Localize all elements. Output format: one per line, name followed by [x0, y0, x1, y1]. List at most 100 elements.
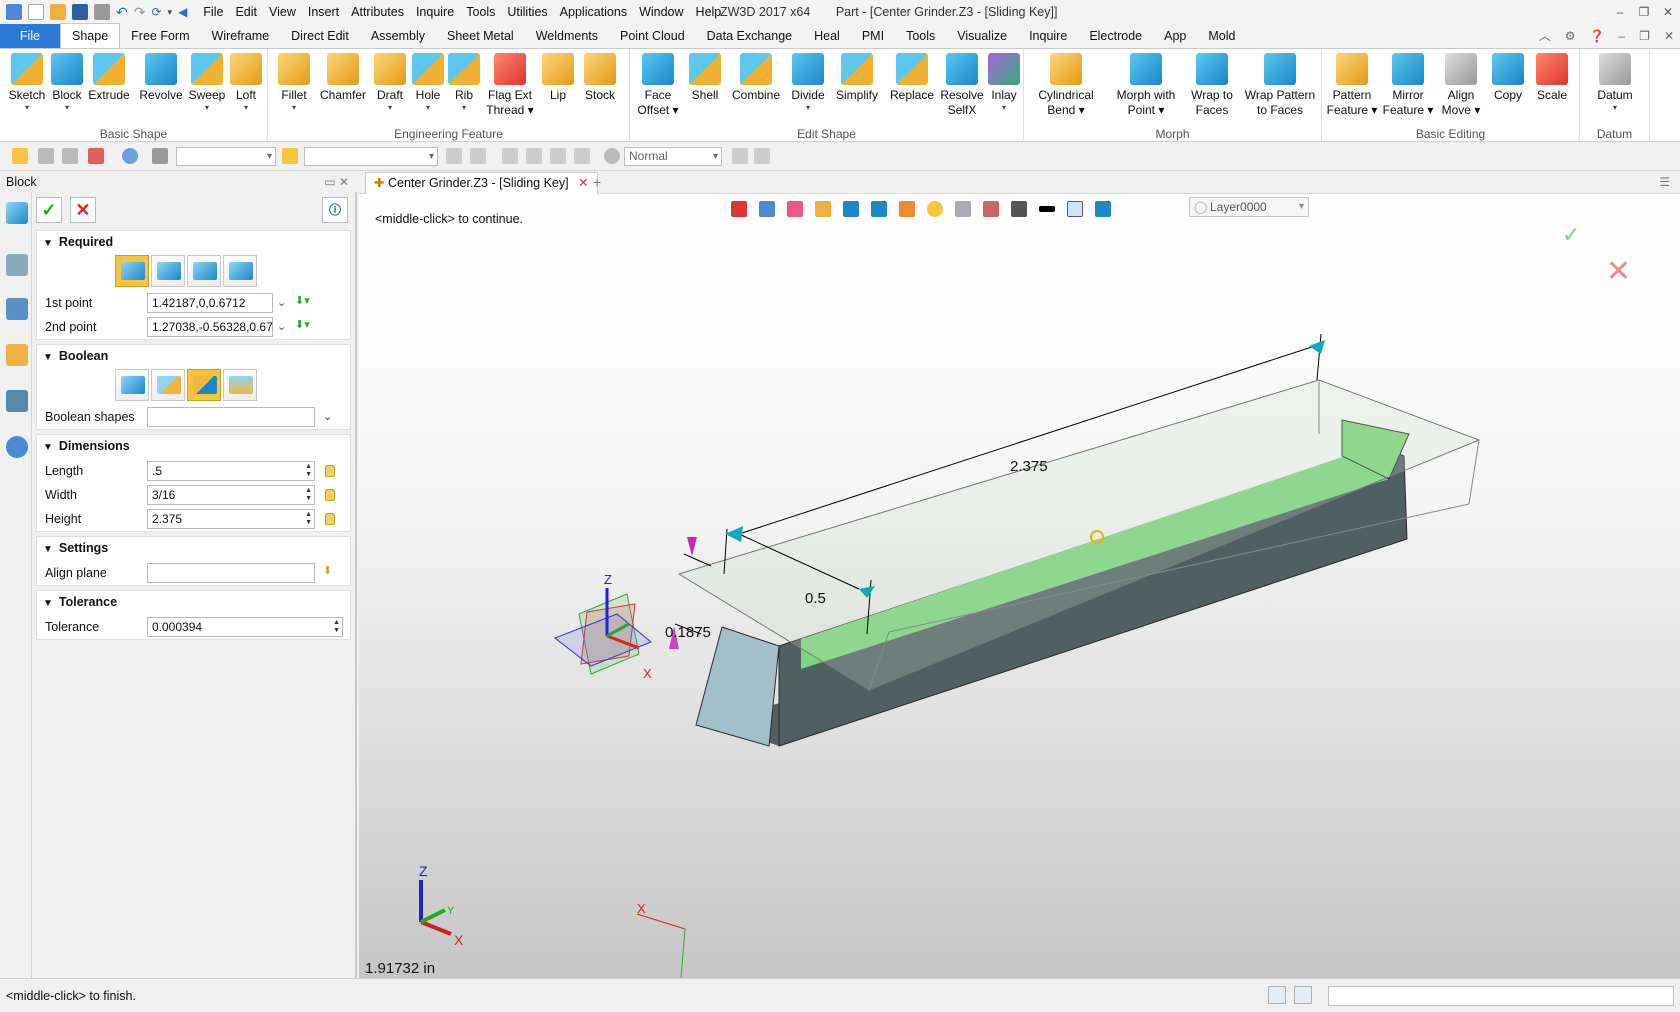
datum-button[interactable]: Datum ▾ — [1590, 53, 1640, 112]
sketch-button[interactable]: Sketch ▾ — [6, 53, 48, 112]
flag-ext-thread-button[interactable]: Flag Ext Thread ▾ — [482, 53, 538, 118]
loft-button[interactable]: Loft ▾ — [228, 53, 264, 112]
tab-assembly[interactable]: Assembly — [360, 24, 436, 48]
undo-icon[interactable]: ↶ — [116, 4, 128, 21]
pick-point-icon[interactable] — [38, 148, 54, 164]
image-library-icon[interactable] — [6, 390, 28, 412]
tolerance-header[interactable]: ▼ Tolerance — [37, 591, 350, 614]
resource-library-icon[interactable] — [6, 344, 28, 366]
tab-electrode[interactable]: Electrode — [1078, 24, 1153, 48]
tab-pmi[interactable]: PMI — [851, 24, 895, 48]
sweep-button[interactable]: Sweep ▾ — [186, 53, 228, 112]
pick-box-icon[interactable] — [88, 148, 104, 164]
user-icon[interactable] — [6, 436, 28, 458]
stock-button[interactable]: Stock — [578, 53, 622, 103]
width-spinner[interactable]: ▲ ▼ — [305, 487, 312, 503]
length-spinner[interactable]: ▲ ▼ — [305, 463, 312, 479]
boolean-add-button[interactable] — [151, 369, 185, 401]
boolean-header[interactable]: ▼ Boolean — [37, 345, 350, 368]
pattern-feature-button[interactable]: Pattern Feature ▾ — [1326, 53, 1378, 118]
history-tree-icon[interactable] — [6, 254, 28, 276]
chamfer-button[interactable]: Chamfer — [316, 53, 370, 103]
copy-button[interactable]: Copy — [1486, 53, 1530, 103]
menu-inquire[interactable]: Inquire — [410, 0, 460, 24]
collapse-ribbon-icon[interactable]: ︿ — [1539, 24, 1551, 48]
scale-button[interactable]: Scale — [1532, 53, 1572, 103]
lip-button[interactable]: Lip — [540, 53, 576, 103]
command-input[interactable] — [1328, 986, 1674, 1006]
pick-filter-icon[interactable] — [12, 148, 28, 164]
expand-icon[interactable]: ⌄ — [323, 410, 332, 423]
close-icon[interactable]: ✕ — [1656, 0, 1680, 24]
wrap-to-faces-button[interactable]: Wrap to Faces — [1184, 53, 1240, 118]
tab-tools[interactable]: Tools — [895, 24, 946, 48]
simplify-button[interactable]: Simplify — [830, 53, 884, 103]
combine-button[interactable]: Combine — [726, 53, 786, 103]
tab-shape[interactable]: Shape — [60, 23, 121, 48]
redo-icon[interactable]: ↷ — [134, 4, 146, 21]
ok-button[interactable]: ✓ — [36, 197, 62, 223]
new-tab-icon[interactable]: + — [593, 174, 601, 190]
length-input[interactable]: .5 ▲ ▼ — [147, 461, 315, 481]
back-icon[interactable]: ◀ — [178, 5, 187, 19]
doc-restore-icon[interactable]: ❐ — [1639, 24, 1650, 48]
rib-button[interactable]: Rib ▾ — [446, 53, 482, 112]
pick-point-arrow-icon[interactable]: ⬇▾ — [295, 294, 310, 307]
filter-combo[interactable] — [176, 147, 276, 166]
extrude-button[interactable]: Extrude — [86, 53, 132, 103]
block-type-two-points-button[interactable] — [151, 255, 185, 287]
mirror-feature-button[interactable]: Mirror Feature ▾ — [1380, 53, 1436, 118]
tab-data-exchange[interactable]: Data Exchange — [696, 24, 803, 48]
toolbar-icon-e[interactable] — [550, 148, 566, 164]
filter-icon[interactable] — [152, 148, 168, 164]
dimension-height-label[interactable]: 2.375 — [1010, 458, 1048, 475]
help-icon[interactable]: ❓ — [1590, 24, 1605, 48]
cylindrical-bend-button[interactable]: Cylindrical Bend ▾ — [1034, 53, 1098, 118]
layout-icon[interactable] — [1268, 986, 1286, 1004]
pick-line-icon[interactable] — [62, 148, 78, 164]
tab-direct-edit[interactable]: Direct Edit — [280, 24, 360, 48]
dimension-width-label[interactable]: 0.1875 — [665, 624, 711, 641]
close-tab-icon[interactable]: ✕ — [578, 176, 588, 190]
menu-attributes[interactable]: Attributes — [345, 0, 410, 24]
reload-icon[interactable]: ⟳ — [151, 5, 161, 19]
settings-header[interactable]: ▼ Settings — [37, 537, 350, 560]
toolbar-icon-a[interactable] — [446, 148, 462, 164]
replace-button[interactable]: Replace — [886, 53, 938, 103]
menu-utilities[interactable]: Utilities — [501, 0, 553, 24]
tab-weldments[interactable]: Weldments — [525, 24, 609, 48]
menu-applications[interactable]: Applications — [554, 0, 633, 24]
first-point-input[interactable]: 1.42187,0,0.6712 — [147, 293, 273, 313]
toolbar-icon-b[interactable] — [470, 148, 486, 164]
block-type-three-points-button[interactable] — [187, 255, 221, 287]
height-lock-icon[interactable] — [325, 513, 335, 525]
pick-circle-icon[interactable] — [122, 148, 138, 164]
length-lock-icon[interactable] — [325, 465, 335, 477]
revolve-button[interactable]: Revolve — [136, 53, 186, 103]
list-icon[interactable] — [1294, 986, 1312, 1004]
tab-visualize[interactable]: Visualize — [946, 24, 1018, 48]
block-type-center-button[interactable] — [115, 255, 149, 287]
dimensions-header[interactable]: ▼ Dimensions — [37, 435, 350, 458]
info-button[interactable]: ⓘ — [322, 197, 348, 223]
active-filter-icon[interactable] — [282, 148, 298, 164]
expand-icon[interactable]: ⌄ — [277, 296, 286, 309]
height-input[interactable]: 2.375 ▲ ▼ — [147, 509, 315, 529]
minimize-icon[interactable]: – — [1608, 0, 1632, 24]
cancel-button[interactable]: ✕ — [70, 197, 96, 223]
menu-insert[interactable]: Insert — [302, 0, 345, 24]
new-file-icon[interactable] — [28, 4, 44, 20]
shell-button[interactable]: Shell — [684, 53, 726, 103]
face-offset-button[interactable]: Face Offset ▾ — [634, 53, 682, 118]
boolean-shapes-input[interactable] — [147, 407, 315, 427]
menu-file[interactable]: File — [197, 0, 229, 24]
boolean-remove-button[interactable] — [187, 369, 221, 401]
tab-inquire[interactable]: Inquire — [1018, 24, 1078, 48]
settings-gear-icon[interactable]: ⚙ — [1565, 24, 1576, 48]
toolbar-icon-c[interactable] — [502, 148, 518, 164]
drag-handle-cone[interactable] — [687, 537, 697, 556]
3d-viewport[interactable]: ◯ Layer0000 ▾ <middle-click> to continue… — [359, 194, 1680, 978]
tab-point-cloud[interactable]: Point Cloud — [609, 24, 696, 48]
second-point-input[interactable]: 1.27038,-0.56328,0.6712 — [147, 317, 273, 337]
divide-button[interactable]: Divide ▾ — [786, 53, 830, 112]
